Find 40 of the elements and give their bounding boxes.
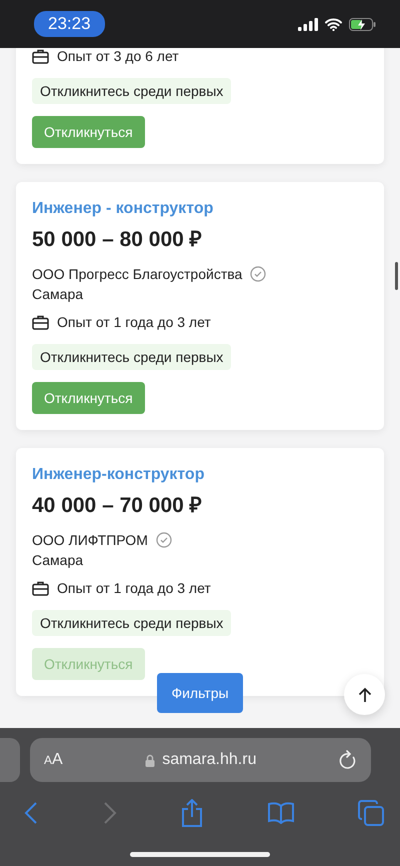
salary: 50 000 – 80 000 ₽ [32,227,202,252]
battery-icon [349,18,376,30]
address-bar[interactable]: AA samara.hh.ru [30,738,371,782]
city: Самара [32,552,84,568]
experience-text: Опыт от 1 года до 3 лет [57,580,211,596]
forward-icon[interactable] [102,801,116,825]
signal-icon [298,18,318,30]
salary: 40 000 – 70 000 ₽ [32,493,202,518]
wifi-icon [325,18,342,30]
url-text: samara.hh.ru [162,751,256,769]
verified-icon [156,532,172,548]
lock-icon [145,754,156,766]
back-icon[interactable] [24,801,38,825]
filters-button[interactable]: Фильтры [157,673,243,713]
clock-time: 23:23 [34,11,105,37]
vacancy-title[interactable]: Инженер-конструктор [32,466,204,484]
early-response-badge: Откликнитесь среди первых [32,78,232,104]
arrow-up-icon [358,686,372,702]
city: Самара [32,286,84,302]
book-icon[interactable] [268,802,294,824]
briefcase-icon [32,48,49,64]
experience-text: Опыт от 3 до 6 лет [57,48,179,64]
briefcase-icon [32,314,49,330]
company-name[interactable]: ООО ЛИФТПРОМ [32,532,148,548]
early-response-badge: Откликнитесь среди первых [32,610,232,636]
reload-icon[interactable] [338,750,357,770]
scroll-up-button[interactable] [344,674,385,715]
tabs-icon[interactable] [358,800,384,826]
respond-button[interactable]: Откликнуться [32,116,145,148]
text-size-button[interactable]: AA [44,751,63,769]
company-name[interactable]: ООО Прогресс Благоустройства [32,266,242,282]
previous-tab[interactable] [0,738,20,782]
experience-text: Опыт от 1 года до 3 лет [57,314,211,330]
verified-icon [250,266,266,282]
scrollbar [395,262,398,290]
respond-button[interactable]: Откликнуться [32,382,145,414]
early-response-badge: Откликнитесь среди первых [32,344,232,370]
briefcase-icon [32,580,49,596]
vacancy-title[interactable]: Инженер - конструктор [32,200,214,218]
share-icon[interactable] [181,799,203,827]
